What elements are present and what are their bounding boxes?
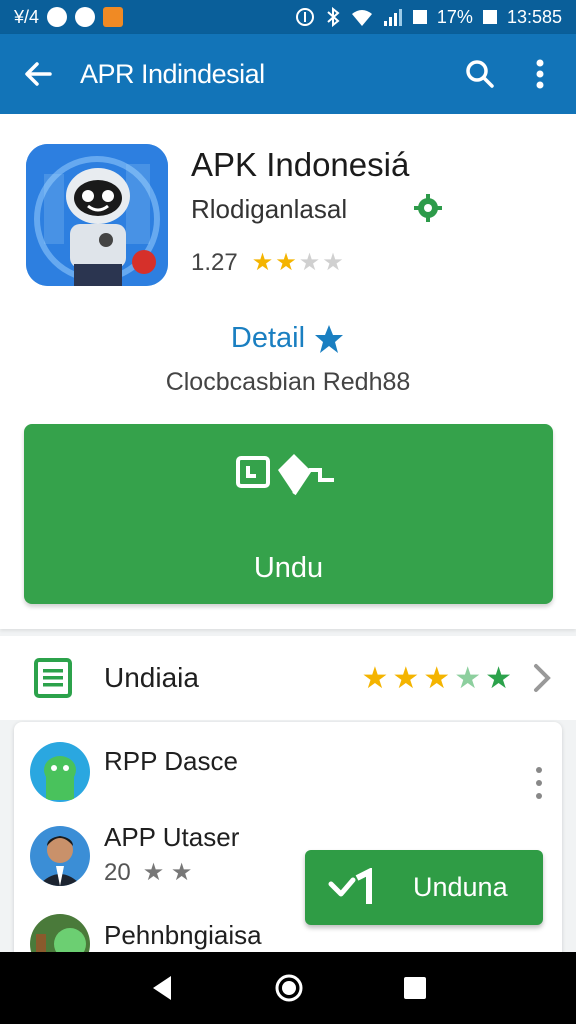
star-icon: ★	[485, 661, 512, 695]
avatar	[30, 826, 90, 886]
app-notification-icon	[103, 7, 124, 27]
rating-row: 1.27 ★ ★ ★ ★	[191, 248, 344, 277]
app-bar-title: APR Indindesial	[80, 58, 265, 89]
notification-icon-2	[75, 7, 96, 27]
developer-name[interactable]: Rlodiganlasal	[191, 194, 347, 225]
download-icon	[236, 454, 334, 496]
more-vertical-icon[interactable]	[534, 766, 544, 800]
notification-icon	[47, 7, 68, 27]
more-options-button[interactable]	[512, 46, 568, 102]
avatar	[30, 742, 90, 802]
nav-back-icon[interactable]	[149, 974, 175, 1002]
download-button[interactable]: Undu	[24, 424, 553, 604]
app-icon[interactable]	[26, 144, 168, 286]
star-icon: ★	[298, 249, 321, 276]
reviews-section-row[interactable]: Undiaia ★ ★ ★ ★ ★	[0, 636, 576, 720]
app-list-card: RPP Dasce APP Utaser 20 ★ ★ Pehnbngiaisa	[14, 722, 562, 962]
list-item-title: Pehnbngiaisa	[104, 920, 262, 950]
download-button-label: Undu	[253, 552, 324, 584]
android-avatar-icon	[30, 742, 90, 802]
list-item-title: RPP Dasce	[104, 746, 238, 776]
app-bar: APR Indindesial	[0, 34, 576, 114]
rating-stars: ★ ★ ★ ★	[252, 248, 344, 277]
star-icon: ★	[392, 661, 420, 695]
bluetooth-icon	[327, 7, 340, 27]
wifi-icon	[351, 10, 372, 26]
section-stars: ★ ★ ★ ★ ★	[361, 661, 512, 696]
status-bar: ¥/4 17% 13:585	[0, 0, 576, 34]
star-icon: ★	[454, 661, 482, 695]
status-time: 13:585	[506, 6, 562, 27]
system-nav-bar	[0, 952, 576, 1024]
star-icon: ★	[361, 661, 389, 695]
nav-home-icon[interactable]	[274, 973, 304, 1003]
section-label: Undiaia	[104, 662, 199, 693]
star-badge-icon	[315, 324, 344, 353]
detail-link[interactable]: Detail	[231, 322, 305, 355]
back-arrow-icon	[25, 62, 52, 86]
battery-icon	[482, 10, 497, 24]
star-icon: ★	[322, 249, 344, 276]
sync-icon	[295, 8, 314, 26]
floating-download-label: Unduna	[413, 872, 508, 902]
chevron-right-icon	[534, 664, 551, 692]
list-item[interactable]: RPP Dasce	[14, 736, 562, 816]
status-left: ¥/4	[14, 6, 124, 28]
star-icon: ★ ★	[142, 859, 193, 886]
signal-icon	[383, 9, 402, 26]
robot-mascot-icon	[26, 144, 168, 286]
battery-percent: 17%	[436, 6, 473, 27]
search-icon	[466, 60, 494, 88]
app-name: APK Indonesiá	[191, 146, 410, 183]
document-icon	[34, 658, 72, 698]
list-item-rating: 20 ★ ★	[104, 858, 192, 887]
verified-gear-icon	[414, 194, 442, 222]
person-avatar-icon	[30, 826, 90, 886]
star-icon: ★	[275, 249, 297, 276]
list-item-rating-value: 20	[104, 858, 131, 886]
detail-subtitle: Clocbcasbian Redh88	[165, 368, 411, 396]
search-button[interactable]	[452, 46, 508, 102]
floating-download-button[interactable]: Unduna	[305, 850, 543, 925]
screenshot-icon	[412, 10, 427, 24]
star-icon: ★	[251, 249, 274, 276]
rating-value: 1.27	[191, 248, 238, 276]
star-icon: ★	[423, 661, 451, 695]
check-download-icon	[328, 867, 372, 904]
detail-row[interactable]: Detail	[0, 322, 576, 355]
status-left-text: ¥/4	[14, 6, 40, 27]
app-header-card: APK Indonesiá Rlodiganlasal 1.27 ★ ★ ★ ★…	[0, 114, 576, 629]
list-item-title: APP Utaser	[104, 822, 240, 852]
back-button[interactable]	[10, 46, 66, 102]
more-vertical-icon	[536, 59, 544, 89]
status-right: 17% 13:585	[295, 7, 562, 28]
nav-recents-icon[interactable]	[403, 976, 427, 1000]
